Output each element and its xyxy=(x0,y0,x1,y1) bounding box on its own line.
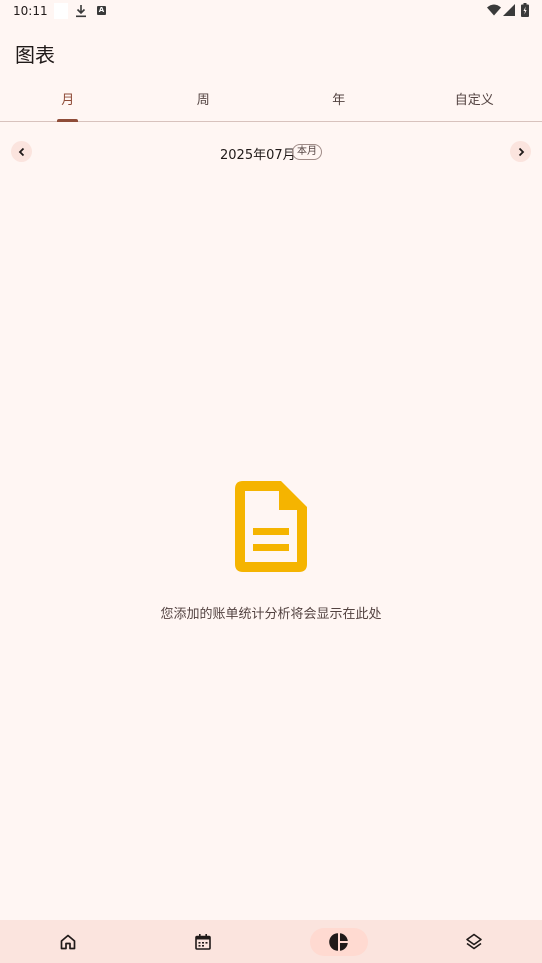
a-badge-icon: A xyxy=(97,6,106,15)
empty-state-message: 您添加的账单统计分析将会显示在此处 xyxy=(160,607,382,622)
period-label: 2025年07月 xyxy=(220,148,296,163)
nav-charts[interactable] xyxy=(271,920,407,963)
chevron-right-icon xyxy=(518,147,524,156)
tab-month[interactable]: 月 xyxy=(0,80,136,122)
battery-icon xyxy=(521,3,529,17)
download-icon xyxy=(76,5,86,18)
next-period-button[interactable] xyxy=(510,141,531,162)
page-title: 图表 xyxy=(15,43,55,67)
nav-more[interactable] xyxy=(407,920,542,963)
layers-icon xyxy=(466,933,483,949)
notification-placeholder-icon xyxy=(54,3,68,19)
status-time: 10:11 xyxy=(13,4,48,18)
this-month-chip[interactable]: 本月 xyxy=(292,144,322,160)
nav-calendar[interactable] xyxy=(136,920,272,963)
period-tab-bar: 月 周 年 自定义 xyxy=(0,80,542,122)
home-icon xyxy=(60,934,76,949)
bottom-navigation xyxy=(0,920,542,963)
pie-chart-icon xyxy=(328,932,348,951)
document-icon xyxy=(235,481,307,572)
tab-custom[interactable]: 自定义 xyxy=(407,80,542,122)
calendar-icon xyxy=(195,933,212,950)
nav-home[interactable] xyxy=(0,920,136,963)
nav-charts-active-indicator xyxy=(309,927,368,956)
previous-period-button[interactable] xyxy=(11,141,32,162)
tab-year[interactable]: 年 xyxy=(271,80,407,122)
signal-icon xyxy=(503,4,515,16)
wifi-icon xyxy=(487,4,501,16)
chevron-left-icon xyxy=(18,147,24,156)
chart-screen: 10:11 A 图表 月 周 年 自定义 2025年07月 本月 您添加的账单统… xyxy=(0,0,542,963)
tab-indicator xyxy=(57,119,78,122)
tab-week[interactable]: 周 xyxy=(136,80,272,122)
status-bar: 10:11 A xyxy=(0,0,542,24)
